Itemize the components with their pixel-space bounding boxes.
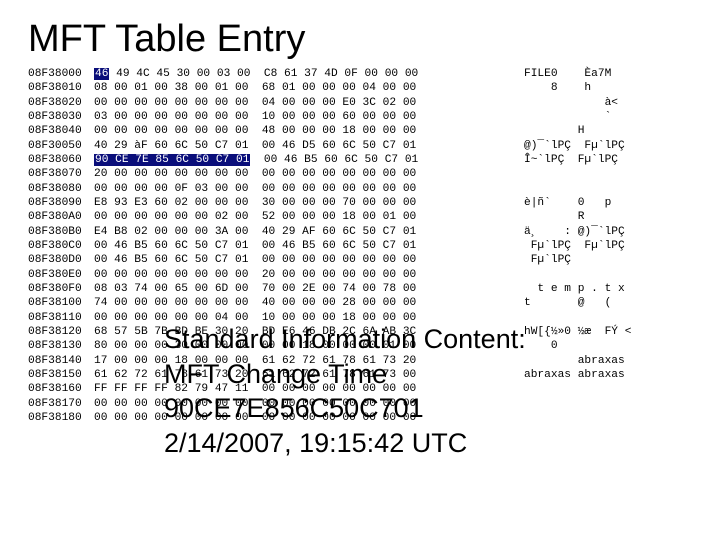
hex-ascii: 8 h — [524, 81, 591, 95]
hex-row: 08F3808000 00 00 00 0F 03 00 00 00 00 00… — [28, 182, 702, 196]
page-title: MFT Table Entry — [0, 0, 720, 67]
hex-row: 08F3813080 00 00 00 30 00 00 00 00 00 18… — [28, 339, 702, 353]
hex-address: 08F380B0 — [28, 225, 94, 239]
hex-address: 08F38070 — [28, 167, 94, 181]
overlay-line-4: 2/14/2007, 19:15:42 UTC — [164, 426, 526, 461]
hex-address: 08F38170 — [28, 397, 94, 411]
hex-dump: 08F3800046 49 4C 45 30 00 03 00 C8 61 37… — [0, 67, 720, 425]
hex-ascii: Fµ`lPÇ Fµ`lPÇ — [524, 239, 625, 253]
hex-address: 08F38080 — [28, 182, 94, 196]
hex-ascii: hW[{½»0 ½æ FÝ < — [524, 325, 631, 339]
hex-row: 08F3803003 00 00 00 00 00 00 00 10 00 00… — [28, 110, 702, 124]
hex-bytes: E8 93 E3 60 02 00 00 00 30 00 00 00 70 0… — [94, 196, 524, 210]
hex-address: 08F38060 — [28, 153, 94, 167]
hex-row: 08F3801008 00 01 00 38 00 01 00 68 01 00… — [28, 81, 702, 95]
hex-row: 08F380E000 00 00 00 00 00 00 00 20 00 00… — [28, 268, 702, 282]
hex-row: 08F3800046 49 4C 45 30 00 03 00 C8 61 37… — [28, 67, 702, 81]
hex-bytes: 00 00 00 00 00 00 00 00 00 00 00 00 00 0… — [94, 411, 524, 425]
hex-row: 08F380C000 46 B5 60 6C 50 C7 01 00 46 B5… — [28, 239, 702, 253]
hex-ascii: t @ ( — [524, 296, 611, 310]
hex-bytes: 00 00 00 00 00 00 00 00 00 00 00 00 00 0… — [94, 397, 524, 411]
hex-address: 08F38150 — [28, 368, 94, 382]
hex-row: 08F380F008 03 74 00 65 00 6D 00 70 00 2E… — [28, 282, 702, 296]
hex-bytes: 20 00 00 00 00 00 00 00 00 00 00 00 00 0… — [94, 167, 524, 181]
hex-address: 08F38180 — [28, 411, 94, 425]
hex-bytes: 00 46 B5 60 6C 50 C7 01 00 00 00 00 00 0… — [94, 253, 524, 267]
hex-row: 08F38090E8 93 E3 60 02 00 00 00 30 00 00… — [28, 196, 702, 210]
hex-bytes: E4 B8 02 00 00 00 3A 00 40 29 AF 60 6C 5… — [94, 225, 524, 239]
hex-address: 08F38030 — [28, 110, 94, 124]
hex-bytes: FF FF FF FF 82 79 47 11 00 00 00 00 00 0… — [94, 382, 524, 396]
hex-row: 08F3815061 62 72 61 78 61 73 20 61 62 72… — [28, 368, 702, 382]
hex-bytes: 46 49 4C 45 30 00 03 00 C8 61 37 4D 0F 0… — [94, 67, 524, 81]
hex-address: 08F38140 — [28, 354, 94, 368]
hex-row: 08F3810074 00 00 00 00 00 00 00 40 00 00… — [28, 296, 702, 310]
hex-bytes: 00 46 B5 60 6C 50 C7 01 00 46 B5 60 6C 5… — [94, 239, 524, 253]
hex-ascii: abraxas — [524, 354, 625, 368]
hex-ascii: ` — [524, 110, 611, 124]
hex-address: 08F38010 — [28, 81, 94, 95]
hex-bytes: 90 CE 7E 85 6C 50 C7 01 00 46 B5 60 6C 5… — [94, 153, 524, 167]
hex-ascii: H — [524, 124, 584, 138]
hex-bytes: 00 00 00 00 00 00 02 00 52 00 00 00 18 0… — [94, 210, 524, 224]
hex-ascii: @)¯`lPÇ Fµ`lPÇ — [524, 139, 625, 153]
hex-bytes: 00 00 00 00 0F 03 00 00 00 00 00 00 00 0… — [94, 182, 524, 196]
hex-address: 08F38040 — [28, 124, 94, 138]
hex-address: 08F380E0 — [28, 268, 94, 282]
hex-row: 08F3807020 00 00 00 00 00 00 00 00 00 00… — [28, 167, 702, 181]
hex-bytes: 17 00 00 00 18 00 00 00 61 62 72 61 78 6… — [94, 354, 524, 368]
hex-row: 08F3818000 00 00 00 00 00 00 00 00 00 00… — [28, 411, 702, 425]
hex-address: 08F38020 — [28, 96, 94, 110]
hex-address: 08F38000 — [28, 67, 94, 81]
hex-address: 08F30050 — [28, 139, 94, 153]
hex-row: 08F3817000 00 00 00 00 00 00 00 00 00 00… — [28, 397, 702, 411]
hex-ascii: Î~`lPÇ Fµ`lPÇ — [524, 153, 618, 167]
hex-ascii: è|ñ` 0 p — [524, 196, 611, 210]
hex-row: 08F380A000 00 00 00 00 00 02 00 52 00 00… — [28, 210, 702, 224]
hex-ascii: 0 — [524, 339, 558, 353]
hex-row: 08F38160FF FF FF FF 82 79 47 11 00 00 00… — [28, 382, 702, 396]
hex-bytes: 61 62 72 61 78 61 73 20 61 62 72 61 78 6… — [94, 368, 524, 382]
hex-bytes: 80 00 00 00 30 00 00 00 00 00 18 00 00 0… — [94, 339, 524, 353]
hex-address: 08F38110 — [28, 311, 94, 325]
hex-bytes: 00 00 00 00 00 00 04 00 10 00 00 00 18 0… — [94, 311, 524, 325]
hex-bytes: 74 00 00 00 00 00 00 00 40 00 00 00 28 0… — [94, 296, 524, 310]
hex-bytes: 00 00 00 00 00 00 00 00 04 00 00 00 E0 3… — [94, 96, 524, 110]
hex-bytes: 68 57 5B 7B BD BE 30 20 BD E6 46 DB 2C 6… — [94, 325, 524, 339]
hex-ascii: ä¸ : @)¯`lPÇ — [524, 225, 625, 239]
hex-address: 08F38130 — [28, 339, 94, 353]
hex-address: 08F38160 — [28, 382, 94, 396]
hex-ascii: à< — [524, 96, 618, 110]
hex-address: 08F38090 — [28, 196, 94, 210]
hex-address: 08F38100 — [28, 296, 94, 310]
hex-row: 08F380B0E4 B8 02 00 00 00 3A 00 40 29 AF… — [28, 225, 702, 239]
hex-address: 08F380A0 — [28, 210, 94, 224]
hex-row: 08F3811000 00 00 00 00 00 04 00 10 00 00… — [28, 311, 702, 325]
hex-address: 08F38120 — [28, 325, 94, 339]
hex-row: 08F3005040 29 àF 60 6C 50 C7 01 00 46 D5… — [28, 139, 702, 153]
hex-bytes: 40 29 àF 60 6C 50 C7 01 00 46 D5 60 6C 5… — [94, 139, 524, 153]
hex-row: 08F3812068 57 5B 7B BD BE 30 20 BD E6 46… — [28, 325, 702, 339]
hex-ascii: Fµ`lPÇ — [524, 253, 571, 267]
hex-row: 08F3804000 00 00 00 00 00 00 00 48 00 00… — [28, 124, 702, 138]
hex-address: 08F380F0 — [28, 282, 94, 296]
hex-bytes: 00 00 00 00 00 00 00 00 48 00 00 00 18 0… — [94, 124, 524, 138]
hex-bytes: 03 00 00 00 00 00 00 00 10 00 00 00 60 0… — [94, 110, 524, 124]
hex-bytes: 08 00 01 00 38 00 01 00 68 01 00 00 00 0… — [94, 81, 524, 95]
hex-bytes: 08 03 74 00 65 00 6D 00 70 00 2E 00 74 0… — [94, 282, 524, 296]
hex-row: 08F3802000 00 00 00 00 00 00 00 04 00 00… — [28, 96, 702, 110]
hex-row: 08F380D000 46 B5 60 6C 50 C7 01 00 00 00… — [28, 253, 702, 267]
hex-bytes: 00 00 00 00 00 00 00 00 20 00 00 00 00 0… — [94, 268, 524, 282]
hex-address: 08F380C0 — [28, 239, 94, 253]
hex-row: 08F3814017 00 00 00 18 00 00 00 61 62 72… — [28, 354, 702, 368]
hex-ascii: abraxas abraxas — [524, 368, 625, 382]
hex-ascii: R — [524, 210, 584, 224]
hex-address: 08F380D0 — [28, 253, 94, 267]
hex-row: 08F3806090 CE 7E 85 6C 50 C7 01 00 46 B5… — [28, 153, 702, 167]
hex-ascii: t e m p . t x — [524, 282, 625, 296]
hex-ascii: FILE0 Èa7M — [524, 67, 611, 81]
